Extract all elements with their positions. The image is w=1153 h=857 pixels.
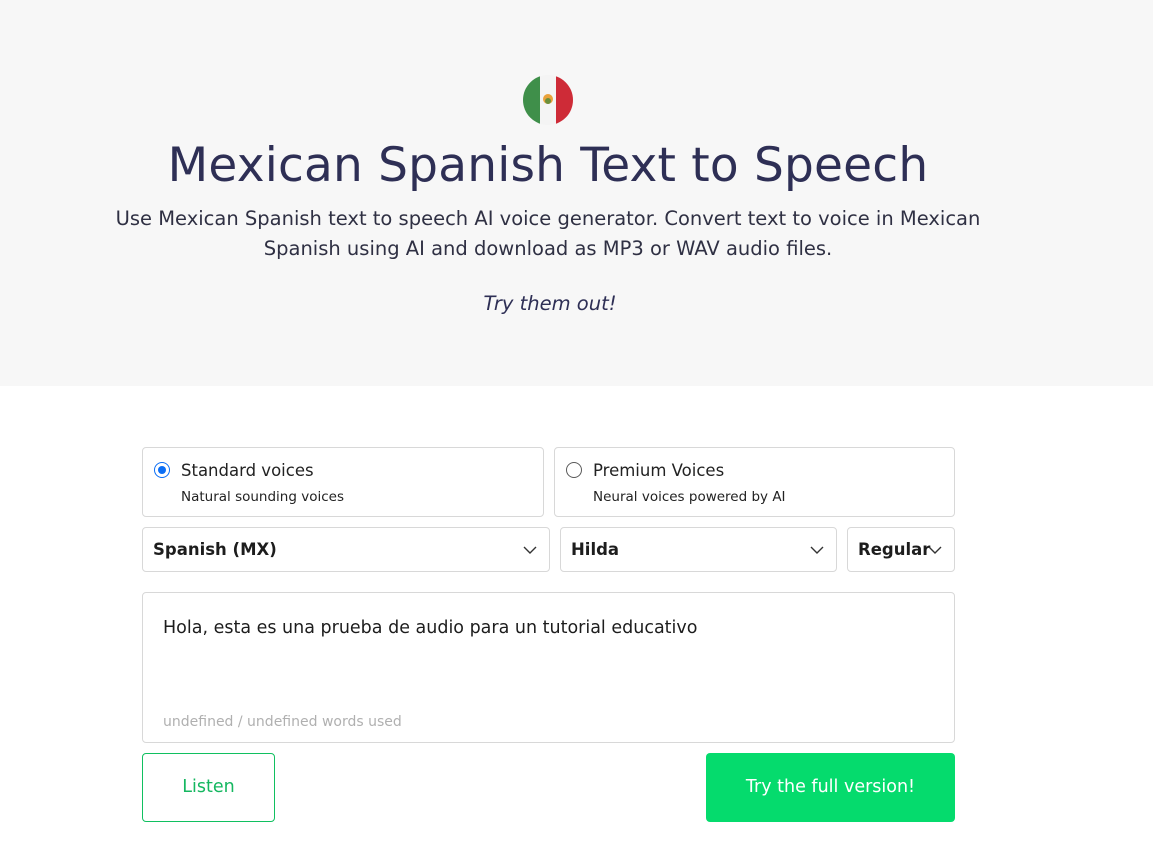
text-input-area[interactable]: Hola, esta es una prueba de audio para u…: [142, 592, 955, 743]
try-full-version-button[interactable]: Try the full version!: [706, 753, 955, 822]
voice-select[interactable]: Hilda: [560, 527, 837, 572]
language-select[interactable]: Spanish (MX): [142, 527, 550, 572]
hero-section: Mexican Spanish Text to Speech Use Mexic…: [0, 0, 1153, 386]
premium-voices-option[interactable]: Premium Voices Neural voices powered by …: [554, 447, 955, 517]
chevron-down-icon: [523, 546, 537, 554]
language-select-value: Spanish (MX): [153, 540, 277, 559]
text-input-content[interactable]: Hola, esta es una prueba de audio para u…: [163, 618, 697, 638]
voice-select-value: Hilda: [571, 540, 620, 559]
page-subtitle: Use Mexican Spanish text to speech AI vo…: [115, 207, 981, 260]
style-select[interactable]: Regular: [847, 527, 955, 572]
standard-voices-title: Standard voices: [181, 461, 314, 480]
premium-voices-radio[interactable]: [566, 462, 582, 478]
mexico-flag-icon: [523, 75, 573, 125]
standard-voices-radio[interactable]: [154, 462, 170, 478]
chevron-down-icon: [810, 546, 824, 554]
listen-button[interactable]: Listen: [142, 753, 275, 822]
premium-voices-description: Neural voices powered by AI: [593, 489, 786, 505]
chevron-down-icon: [928, 546, 942, 554]
try-them-out-text: Try them out!: [483, 292, 617, 315]
standard-voices-option[interactable]: Standard voices Natural sounding voices: [142, 447, 544, 517]
style-select-value: Regular: [858, 540, 931, 559]
standard-voices-description: Natural sounding voices: [181, 489, 344, 505]
page-title: Mexican Spanish Text to Speech: [167, 138, 929, 193]
word-count: undefined / undefined words used: [163, 714, 402, 730]
premium-voices-title: Premium Voices: [593, 461, 725, 480]
